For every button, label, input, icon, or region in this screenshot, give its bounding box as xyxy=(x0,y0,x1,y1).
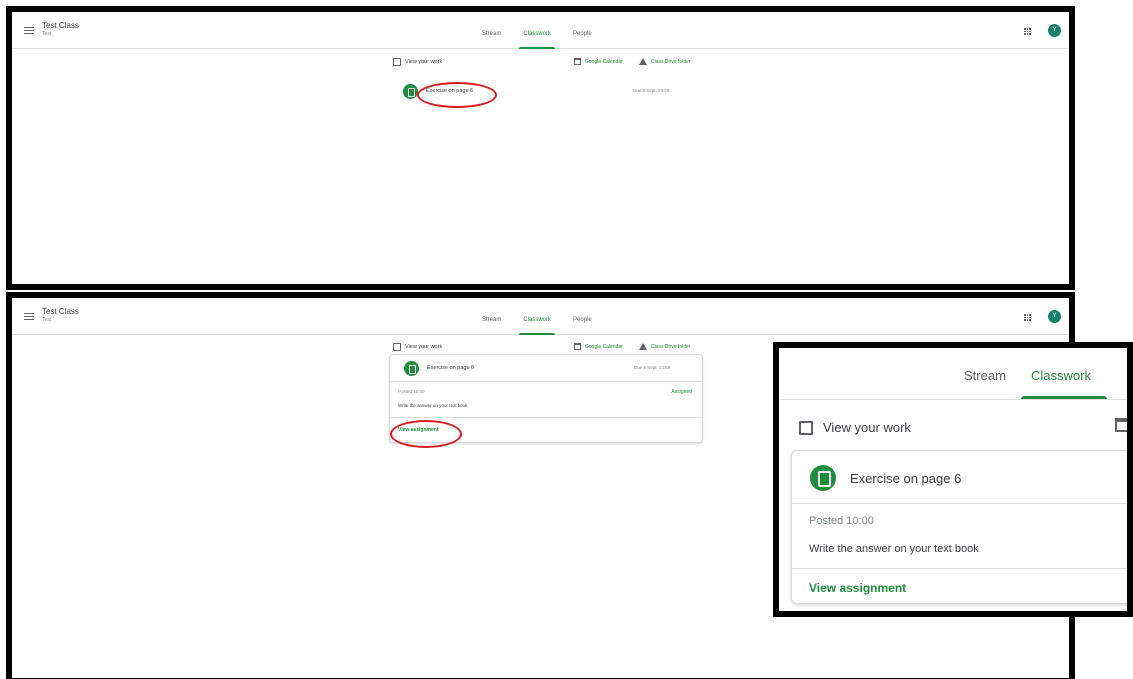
google-calendar-label: Google Calendar xyxy=(585,58,623,65)
status-badge: Assigned xyxy=(671,389,692,395)
class-title[interactable]: Test Class xyxy=(42,21,79,30)
divider xyxy=(390,417,702,418)
view-your-work-link[interactable]: View your work xyxy=(799,420,911,435)
divider xyxy=(390,381,702,382)
zoom-inset: Stream Classwork View your work Exercise… xyxy=(773,342,1133,617)
assignment-title[interactable]: Exercise on page 6 xyxy=(427,365,474,371)
assignment-instructions: Write the answer on your text book xyxy=(398,403,468,408)
google-calendar-link[interactable]: Google Calendar xyxy=(574,343,623,350)
menu-icon[interactable] xyxy=(24,313,34,321)
calendar-icon xyxy=(574,58,581,65)
tab-people[interactable]: People xyxy=(573,12,592,49)
assignment-due: Due 5 Sept, 23:59 xyxy=(634,365,671,370)
assignment-instructions: Write the answer on your text book xyxy=(809,543,979,555)
screenshot-collapsed: Test Class Test Stream Classwork People … xyxy=(6,6,1075,290)
divider xyxy=(792,503,1127,504)
drive-icon xyxy=(639,58,647,65)
assignment-icon xyxy=(403,84,418,99)
calendar-icon xyxy=(574,343,581,350)
apps-grid-icon[interactable] xyxy=(1024,28,1031,35)
assignment-ind-icon xyxy=(393,343,401,351)
tab-classwork[interactable]: Classwork xyxy=(519,298,555,335)
tab-bar: Stream Classwork People xyxy=(482,298,614,335)
class-subtitle: Test xyxy=(42,31,52,37)
classwork-links: View your work Google Calendar Class Dri… xyxy=(393,58,709,70)
assignment-card: Exercise on page 6 Posted 10:00 Write th… xyxy=(791,450,1127,604)
posted-time: Posted 10:00 xyxy=(809,515,874,527)
tab-stream[interactable]: Stream xyxy=(482,12,501,49)
view-your-work-label: View your work xyxy=(405,344,443,350)
menu-icon[interactable] xyxy=(24,27,34,35)
class-drive-folder-label: Class Drive folder xyxy=(651,343,691,350)
view-your-work-link[interactable]: View your work xyxy=(393,58,442,66)
avatar[interactable]: Y xyxy=(1048,310,1061,323)
assignment-due: Due 5 Sept, 23:59 xyxy=(633,88,670,93)
top-app-bar: Test Class Test Stream Classwork People … xyxy=(12,12,1069,49)
assignment-icon xyxy=(404,361,419,376)
class-title[interactable]: Test Class xyxy=(42,307,79,316)
calendar-icon[interactable] xyxy=(1115,418,1127,432)
class-drive-folder-link[interactable]: Class Drive folder xyxy=(639,58,690,65)
class-drive-folder-label: Class Drive folder xyxy=(651,58,691,65)
assignment-card-header[interactable]: Exercise on page 6 Due 5 Sept, 23:59 xyxy=(394,361,710,379)
highlight-circle xyxy=(417,82,497,108)
assignment-icon xyxy=(810,465,836,491)
view-your-work-link[interactable]: View your work xyxy=(393,343,442,351)
view-your-work-label: View your work xyxy=(823,420,911,435)
assignment-ind-icon xyxy=(393,58,401,66)
view-your-work-label: View your work xyxy=(405,59,443,65)
view-assignment-link[interactable]: View assignment xyxy=(809,581,906,595)
tab-people[interactable]: People xyxy=(573,298,592,335)
highlight-circle xyxy=(390,420,462,448)
tab-bar: Stream Classwork People xyxy=(482,12,614,49)
posted-time: Posted 10:00 xyxy=(398,389,425,394)
tab-classwork[interactable]: Classwork xyxy=(519,12,555,49)
apps-grid-icon[interactable] xyxy=(1024,314,1031,321)
class-subtitle: Test xyxy=(42,317,52,323)
avatar[interactable]: Y xyxy=(1048,24,1061,37)
assignment-title[interactable]: Exercise on page 6 xyxy=(850,471,961,486)
tab-stream[interactable]: Stream xyxy=(482,298,501,335)
google-calendar-link[interactable]: Google Calendar xyxy=(574,58,623,65)
tab-stream[interactable]: Stream xyxy=(964,368,1006,383)
google-calendar-label: Google Calendar xyxy=(585,343,623,350)
class-drive-folder-link[interactable]: Class Drive folder xyxy=(639,343,690,350)
active-tab-indicator xyxy=(1021,396,1107,399)
top-app-bar: Test Class Test Stream Classwork People … xyxy=(12,298,1069,335)
tab-bar: Stream Classwork xyxy=(779,348,1127,400)
assignment-ind-icon xyxy=(799,420,813,435)
divider xyxy=(792,568,1127,569)
tab-classwork[interactable]: Classwork xyxy=(1031,368,1091,383)
drive-icon xyxy=(639,343,647,350)
